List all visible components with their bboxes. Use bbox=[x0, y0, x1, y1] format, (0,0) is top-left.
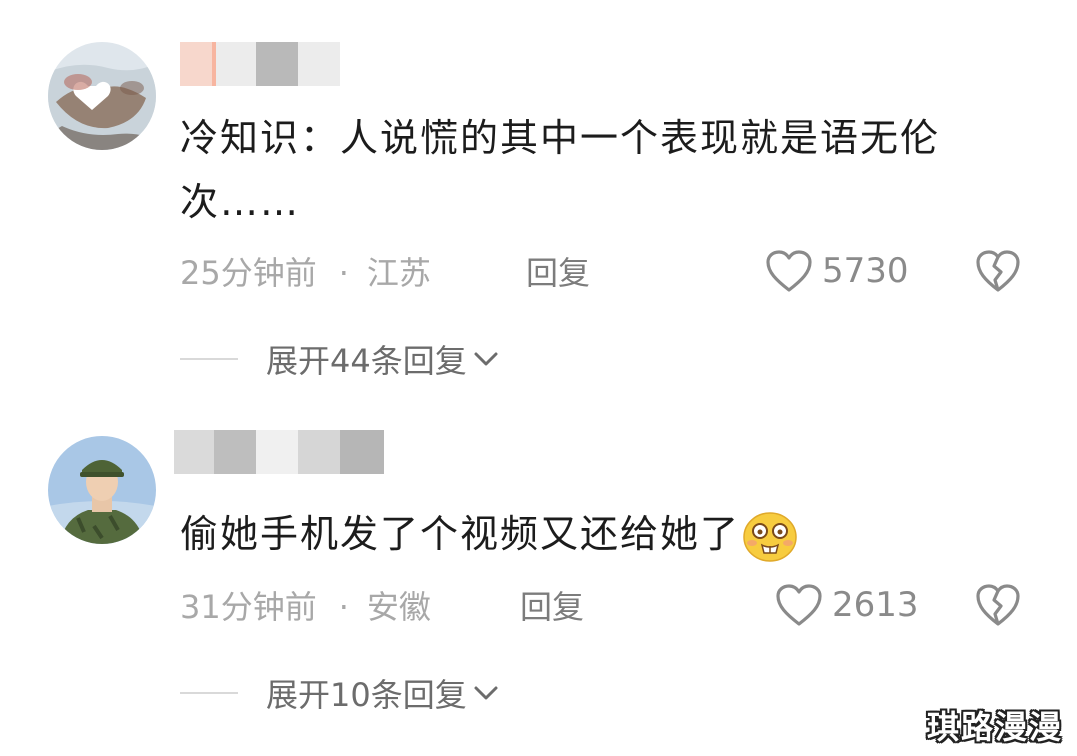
dislike-button[interactable] bbox=[974, 582, 1022, 632]
like-count: 2613 bbox=[832, 585, 919, 625]
expand-label: 展开44条回复 bbox=[266, 342, 467, 380]
username-blurred[interactable] bbox=[174, 430, 384, 474]
like-count: 5730 bbox=[822, 251, 909, 291]
expand-label: 展开10条回复 bbox=[266, 676, 467, 714]
separator-dot: · bbox=[338, 588, 349, 626]
heart-outline-icon bbox=[766, 250, 812, 292]
expand-replies-button[interactable]: 展开44条回复 bbox=[180, 336, 499, 382]
dislike-button[interactable] bbox=[974, 248, 1022, 298]
comment-time: 31分钟前 bbox=[180, 588, 317, 626]
grin-emoji-icon bbox=[743, 511, 797, 562]
avatar[interactable] bbox=[48, 42, 156, 150]
comment-meta: 25分钟前 · 江苏 bbox=[180, 248, 431, 294]
like-button[interactable]: 2613 bbox=[774, 582, 919, 628]
chevron-down-icon bbox=[474, 686, 498, 700]
expand-replies-button[interactable]: 展开10条回复 bbox=[180, 670, 499, 716]
broken-heart-icon bbox=[976, 250, 1020, 292]
like-button[interactable]: 5730 bbox=[764, 248, 909, 294]
comment-text-content: 偷她手机发了个视频又还给她了 bbox=[180, 512, 741, 556]
expand-line bbox=[180, 358, 238, 360]
comment-location: 江苏 bbox=[366, 254, 431, 292]
reply-button[interactable]: 回复 bbox=[520, 582, 584, 628]
avatar[interactable] bbox=[48, 436, 156, 544]
separator-dot: · bbox=[338, 254, 349, 292]
comment-time: 25分钟前 bbox=[180, 254, 317, 292]
comment-text: 冷知识：人说慌的其中一个表现就是语无伦次…… bbox=[180, 116, 941, 224]
comment-meta: 31分钟前 · 安徽 bbox=[180, 582, 431, 628]
expand-line bbox=[180, 692, 238, 694]
watermark: 琪路漫漫 bbox=[926, 708, 1063, 746]
reply-button[interactable]: 回复 bbox=[526, 248, 590, 294]
chevron-down-icon bbox=[474, 352, 498, 366]
heart-outline-icon bbox=[776, 584, 822, 626]
comment-text: 偷她手机发了个视频又还给她了 bbox=[180, 502, 1000, 566]
username-blurred[interactable] bbox=[180, 42, 340, 86]
comment-location: 安徽 bbox=[366, 588, 431, 626]
broken-heart-icon bbox=[976, 584, 1020, 626]
